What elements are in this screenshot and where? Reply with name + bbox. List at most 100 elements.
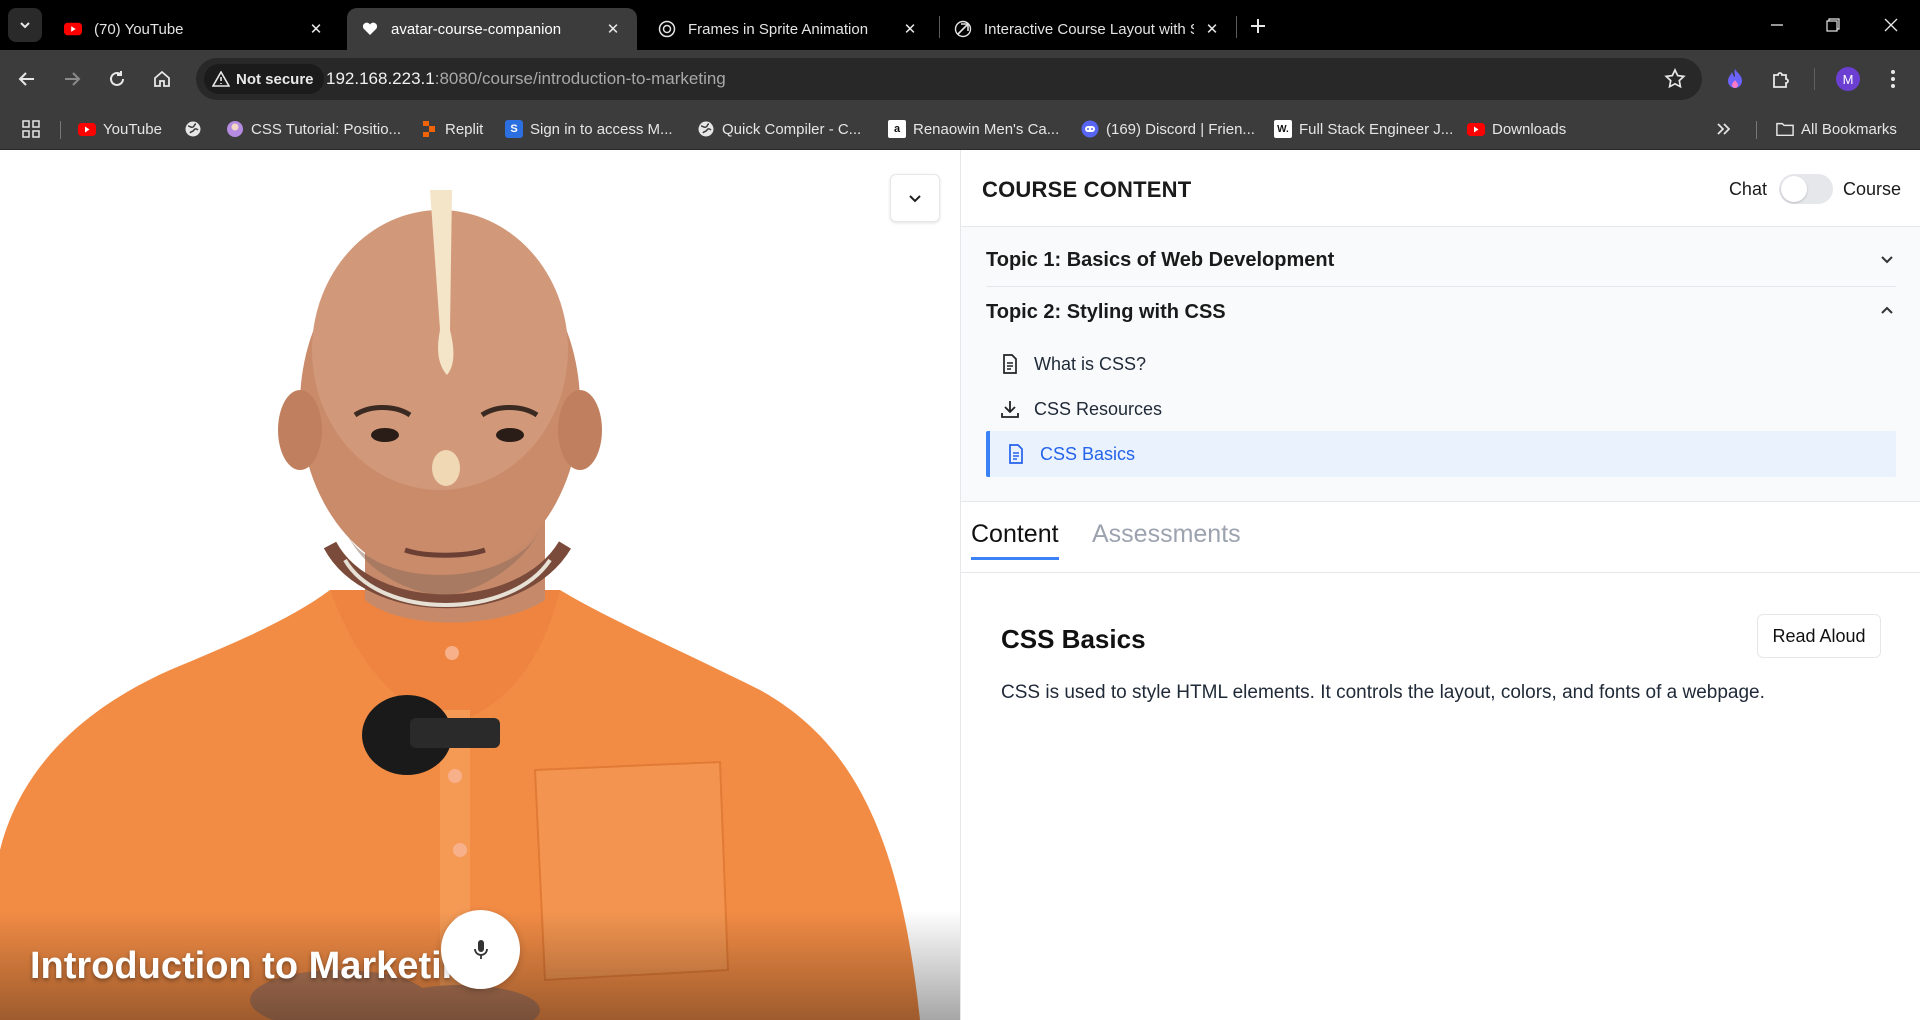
close-icon	[1884, 18, 1898, 32]
content-body: CSS is used to style HTML elements. It c…	[1001, 682, 1765, 703]
minimize-icon	[1771, 24, 1783, 26]
bookmark-amazon[interactable]: a Renaowin Men's Ca...	[888, 117, 1059, 141]
collapse-button[interactable]	[890, 174, 940, 222]
browser-toolbar: Not secure 192.168.223.1:8080/course/int…	[0, 50, 1920, 108]
browser-tab-strip: (70) YouTube ✕ avatar-course-companion ✕…	[0, 0, 1920, 50]
close-icon[interactable]: ✕	[603, 19, 623, 39]
globe-icon	[184, 120, 202, 138]
toggle-label-course: Course	[1842, 178, 1901, 199]
avatar: M	[1836, 67, 1860, 91]
bookmark-quick-compiler[interactable]: Quick Compiler - C...	[697, 117, 861, 141]
bookmark-css-tutorial[interactable]: CSS Tutorial: Positio...	[226, 117, 401, 141]
toggle-knob	[1780, 176, 1807, 202]
bookmark-label: Replit	[445, 120, 484, 138]
reload-button[interactable]	[100, 62, 134, 96]
close-icon[interactable]: ✕	[306, 19, 326, 39]
plus-icon	[1251, 19, 1265, 33]
site-info-button[interactable]: Not secure	[204, 64, 324, 94]
chevron-down-icon	[909, 195, 921, 203]
topic-title: Topic 1: Basics of Web Development	[986, 248, 1335, 271]
document-icon	[1000, 354, 1020, 374]
tab-content[interactable]: Content	[971, 520, 1059, 560]
tab-search-button[interactable]	[8, 8, 42, 42]
document-icon	[1006, 444, 1026, 464]
all-bookmarks-button[interactable]: All Bookmarks	[1776, 117, 1897, 141]
bookmark-star-icon[interactable]	[1664, 68, 1686, 95]
bookmark-label: (169) Discord | Frien...	[1106, 120, 1255, 138]
topics-list: Topic 1: Basics of Web Development Topic…	[961, 227, 1920, 502]
tab-assessments[interactable]: Assessments	[1092, 520, 1241, 557]
topic-1-header[interactable]: Topic 1: Basics of Web Development	[986, 235, 1896, 285]
tab-interactive-course-layout[interactable]: Interactive Course Layout with S ✕	[940, 8, 1236, 50]
lesson-css-basics[interactable]: CSS Basics	[986, 431, 1896, 477]
chevron-down-icon	[20, 22, 30, 29]
s-icon: S	[505, 120, 523, 138]
youtube-icon	[64, 20, 82, 38]
bookmark-full-stack[interactable]: W. Full Stack Engineer J...	[1274, 117, 1453, 141]
w-icon: W.	[1274, 120, 1292, 138]
link-icon	[954, 20, 972, 38]
url-path: :8080/course/introduction-to-marketing	[434, 69, 726, 88]
url-host: 192.168.223.1	[326, 69, 435, 88]
topic-title: Topic 2: Styling with CSS	[986, 300, 1226, 323]
arrow-right-icon	[65, 72, 81, 86]
extension-flame-icon[interactable]	[1719, 63, 1751, 95]
topic-2-header[interactable]: Topic 2: Styling with CSS	[986, 287, 1896, 337]
home-icon	[154, 70, 170, 87]
tab-title: avatar-course-companion	[391, 20, 562, 38]
chat-course-toggle[interactable]	[1778, 174, 1833, 204]
bookmark-replit[interactable]: Replit	[420, 117, 483, 141]
lesson-title: CSS Basics	[1040, 443, 1136, 464]
course-page: Introduction to Marketing COURSE CONTENT…	[0, 150, 1920, 1020]
all-bookmarks-label: All Bookmarks	[1801, 120, 1897, 138]
youtube-icon	[1467, 120, 1485, 138]
new-tab-button[interactable]	[1245, 13, 1271, 39]
lesson-what-is-css[interactable]: What is CSS?	[986, 341, 1896, 387]
profile-button[interactable]: M	[1832, 63, 1864, 95]
bookmark-label: Sign in to access M...	[530, 120, 673, 138]
heart-icon	[361, 20, 379, 38]
tab-frames-sprite[interactable]: Frames in Sprite Animation ✕	[644, 8, 934, 50]
toggle-label-chat: Chat	[1728, 178, 1767, 199]
folder-icon	[1776, 120, 1794, 138]
address-bar[interactable]: Not secure 192.168.223.1:8080/course/int…	[196, 58, 1702, 100]
url-text[interactable]: 192.168.223.1:8080/course/introduction-t…	[326, 69, 726, 89]
close-window-button[interactable]	[1876, 10, 1906, 40]
restore-button[interactable]	[1818, 10, 1848, 40]
bookmark-separator	[60, 121, 61, 139]
youtube-icon	[78, 120, 96, 138]
warning-icon	[212, 71, 230, 87]
menu-kebab-icon[interactable]	[1877, 63, 1909, 95]
tab-avatar-course-companion[interactable]: avatar-course-companion ✕	[347, 8, 637, 50]
bookmark-sign-in[interactable]: S Sign in to access M...	[505, 117, 673, 141]
avatar-video[interactable]: Introduction to Marketing	[0, 150, 960, 1020]
read-aloud-button[interactable]: Read Aloud	[1757, 614, 1881, 658]
security-label: Not secure	[236, 70, 314, 88]
home-button[interactable]	[145, 62, 179, 96]
back-button[interactable]	[10, 62, 44, 96]
tab-youtube[interactable]: (70) YouTube ✕	[50, 8, 340, 50]
panel-header: COURSE CONTENT Chat Course	[961, 150, 1920, 227]
instructor-avatar-image	[0, 190, 920, 1020]
bookmark-label: YouTube	[103, 120, 162, 138]
close-icon[interactable]: ✕	[900, 19, 920, 39]
globe-icon	[697, 120, 715, 138]
video-title: Introduction to Marketing	[30, 945, 489, 987]
lesson-title: What is CSS?	[1034, 353, 1147, 374]
apps-grid-icon[interactable]	[22, 117, 40, 141]
bookmark-youtube[interactable]: YouTube	[78, 117, 162, 141]
more-bookmarks-chevron-icon[interactable]	[1716, 117, 1732, 141]
minimize-button[interactable]	[1762, 10, 1792, 40]
panel-title: COURSE CONTENT	[982, 177, 1192, 202]
forward-button[interactable]	[55, 62, 89, 96]
close-icon[interactable]: ✕	[1202, 19, 1222, 39]
bookmark-label: Downloads	[1492, 120, 1567, 138]
bookmark-globe[interactable]	[184, 117, 209, 141]
mic-button[interactable]	[441, 910, 520, 989]
lesson-css-resources[interactable]: CSS Resources	[986, 386, 1896, 432]
extensions-puzzle-icon[interactable]	[1765, 63, 1797, 95]
tab-separator	[1236, 16, 1237, 38]
course-content-panel: COURSE CONTENT Chat Course Topic 1: Basi…	[960, 150, 1920, 1020]
bookmark-downloads[interactable]: Downloads	[1467, 117, 1566, 141]
bookmark-discord[interactable]: (169) Discord | Frien...	[1081, 117, 1255, 141]
